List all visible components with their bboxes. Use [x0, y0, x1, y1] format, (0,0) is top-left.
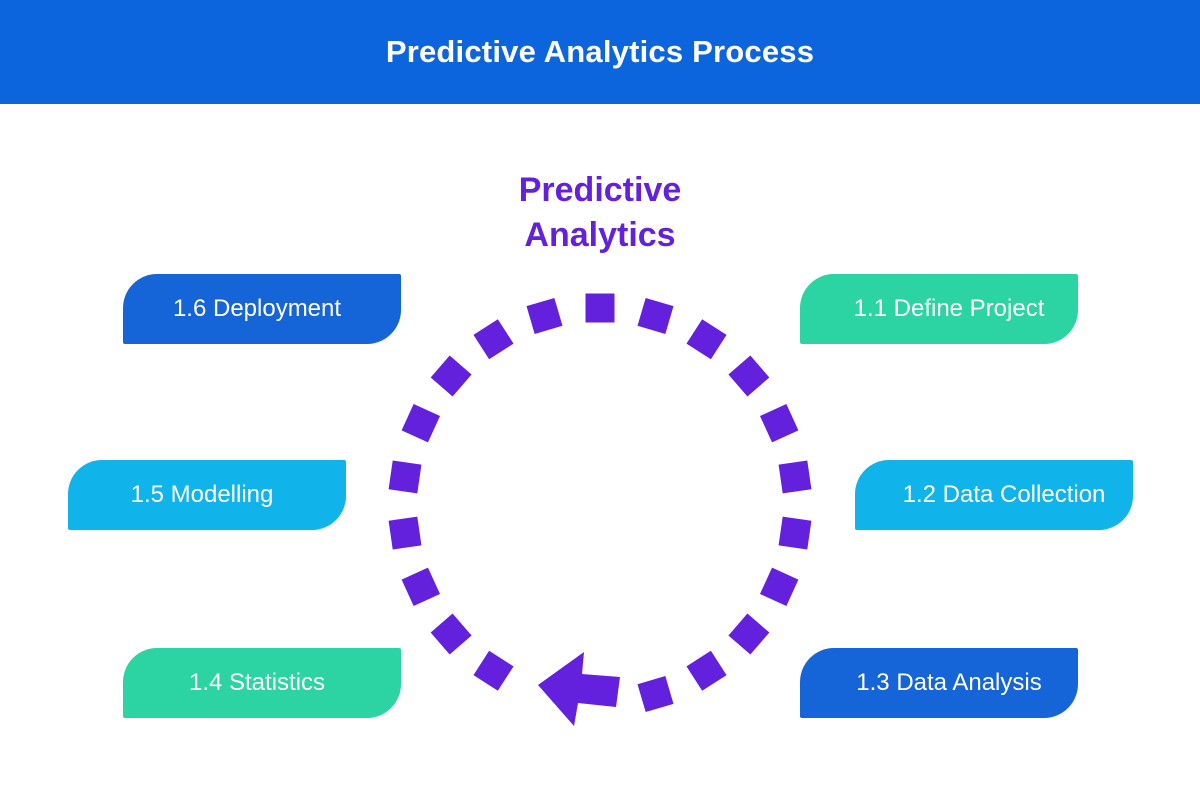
ring-dash [430, 613, 472, 655]
center-heading: Predictive Analytics [400, 168, 800, 258]
ring-dash [778, 516, 812, 550]
ring-dash [759, 567, 799, 607]
center-heading-line-1: Predictive [518, 171, 682, 209]
header-banner: Predictive Analytics Process [0, 0, 1200, 104]
step-label-1-5: 1.5 Modelling [130, 481, 274, 508]
ring-dash [388, 460, 422, 494]
diagram-canvas: Predictive Analytics Process Predictive … [0, 0, 1200, 800]
ring-dash [686, 650, 727, 691]
step-box-1-6[interactable]: 1.6 Deployment [123, 274, 401, 344]
step-box-1-5[interactable]: 1.5 Modelling [68, 460, 346, 530]
ring-dash-group [388, 293, 812, 713]
page-title: Predictive Analytics Process [385, 34, 815, 69]
step-box-1-3[interactable]: 1.3 Data Analysis [800, 648, 1078, 718]
ring-dash [388, 516, 422, 550]
ring-dash [686, 319, 727, 360]
ring-dash [637, 676, 674, 713]
ring-dash [430, 355, 472, 397]
step-label-1-3: 1.3 Data Analysis [856, 669, 1042, 696]
cycle-arrow-head [538, 652, 620, 726]
step-label-1-4: 1.4 Statistics [188, 669, 326, 696]
ring-dash [728, 613, 770, 655]
cycle-ring [388, 293, 812, 726]
ring-dash [401, 403, 441, 443]
step-box-1-1[interactable]: 1.1 Define Project [800, 274, 1078, 344]
ring-dash [728, 355, 770, 397]
step-box-1-4[interactable]: 1.4 Statistics [123, 648, 401, 718]
step-label-1-2: 1.2 Data Collection [902, 481, 1106, 508]
ring-dash [778, 460, 812, 494]
center-heading-line-2: Analytics [524, 216, 676, 254]
ring-dash [473, 319, 514, 360]
step-label-1-1: 1.1 Define Project [853, 295, 1045, 322]
ring-dash [526, 297, 563, 334]
ring-dash [473, 650, 514, 691]
cycle-arrow-icon [538, 652, 620, 726]
step-label-1-6: 1.6 Deployment [172, 295, 342, 322]
ring-dash [759, 403, 799, 443]
step-box-1-2[interactable]: 1.2 Data Collection [855, 460, 1133, 530]
ring-dash [401, 567, 441, 607]
ring-dash [637, 297, 674, 334]
ring-dash [585, 293, 615, 323]
